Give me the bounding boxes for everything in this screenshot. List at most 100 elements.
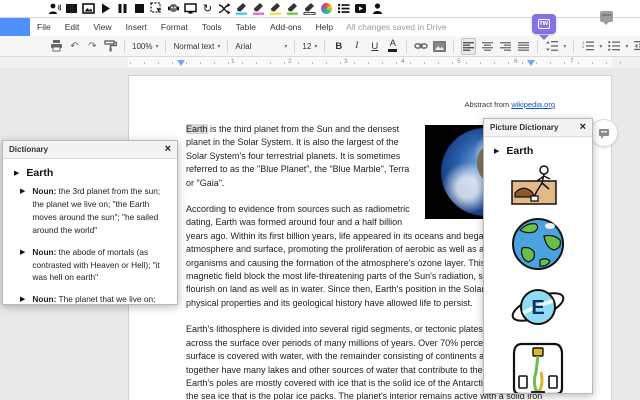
add-comment-button[interactable] — [590, 119, 618, 147]
highlighter-magenta-icon[interactable] — [252, 2, 265, 15]
right-indent-marker[interactable] — [527, 60, 535, 66]
highlighter-yellow-icon[interactable] — [269, 2, 282, 15]
speak-word-icon[interactable]: ▶ — [14, 169, 19, 178]
screenshot-reader-icon[interactable] — [167, 2, 180, 15]
dictionary-title: Dictionary — [9, 145, 48, 154]
text-to-speech-icon[interactable] — [48, 2, 61, 15]
abstract-prefix: Abstract from — [465, 100, 512, 109]
dictionary-close-button[interactable]: × — [165, 144, 171, 155]
menu-insert[interactable]: Insert — [119, 22, 154, 32]
menu-help[interactable]: Help — [309, 22, 340, 32]
wikipedia-link[interactable]: wikipedia.org — [511, 100, 555, 109]
align-justify-button[interactable] — [517, 39, 530, 54]
paint-format-icon[interactable] — [104, 39, 117, 54]
globe-earth-image[interactable] — [510, 216, 566, 272]
ruler-number: 1 — [229, 58, 237, 65]
rw-glyph: rw — [538, 19, 550, 29]
speak-word-icon[interactable]: ▶ — [494, 147, 499, 156]
entry-pos-label: Noun: — [32, 294, 56, 304]
numbered-list-caret[interactable]: ▾ — [599, 43, 602, 50]
underline-button[interactable]: U — [368, 39, 381, 54]
redo-icon[interactable]: ↷ — [86, 39, 99, 54]
picture-dictionary-word: Earth — [506, 145, 533, 157]
entry-definition: The planet that we live on; — [56, 294, 155, 304]
align-right-button[interactable] — [499, 39, 512, 54]
prediction-icon[interactable] — [218, 2, 231, 15]
line-spacing-caret[interactable]: ▾ — [563, 43, 566, 50]
bold-button[interactable]: B — [332, 39, 345, 54]
numbered-list-icon[interactable]: 12 — [581, 39, 594, 54]
ruler-number: 3 — [342, 58, 350, 65]
extension-dropdown-arrow — [539, 35, 549, 40]
picture-dictionary-close-button[interactable]: × — [580, 122, 586, 133]
speak-entry-icon[interactable]: ▶ — [20, 187, 25, 237]
dictionary-panel-header: Dictionary × — [3, 141, 177, 159]
menu-addons[interactable]: Add-ons — [263, 22, 309, 32]
menu-view[interactable]: View — [86, 22, 118, 32]
pause-icon[interactable] — [116, 2, 129, 15]
dictionary-entry: ▶ Noun: the abode of mortals (as contras… — [20, 246, 168, 285]
print-icon[interactable] — [50, 39, 63, 54]
insert-image-icon[interactable] — [433, 39, 446, 54]
paragraph-style-select[interactable]: Normal text▾ — [173, 42, 220, 51]
align-center-button[interactable] — [481, 39, 494, 54]
decrease-indent-icon[interactable] — [633, 39, 640, 54]
insert-link-icon[interactable] — [414, 39, 428, 54]
speak-entry-icon[interactable]: ▶ — [20, 295, 25, 305]
planet-letter-e-image[interactable]: E — [509, 283, 567, 331]
dictionary-panel: Dictionary × ▶ Earth ▶ Noun: the 3rd pla… — [2, 140, 178, 305]
speak-entry-icon[interactable]: ▶ — [20, 248, 25, 285]
collect-highlights-icon[interactable] — [320, 2, 333, 15]
screen-mask-icon[interactable] — [184, 2, 197, 15]
docs-home-icon[interactable] — [0, 18, 30, 36]
readwrite-extension-icon[interactable]: rw — [532, 14, 556, 34]
earth-wire-plug-image[interactable] — [512, 342, 564, 394]
left-indent-marker[interactable] — [177, 60, 185, 66]
dictionary-entry: ▶ Noun: the 3rd planet from the sun; the… — [20, 185, 168, 237]
italic-button[interactable]: I — [350, 39, 363, 54]
ruler-number: 6 — [512, 58, 520, 65]
paragraph-1-text: is the third planet from the Sun and the… — [186, 124, 409, 188]
translator-icon[interactable]: ↻ — [201, 2, 214, 15]
comment-pin-icon[interactable] — [600, 11, 613, 22]
entry-pos-label: Noun: — [32, 247, 56, 257]
picture-dictionary-title: Picture Dictionary — [490, 123, 558, 132]
menu-file[interactable]: File — [30, 22, 58, 32]
ruler-number: 4 — [399, 58, 407, 65]
vocabulary-list-icon[interactable] — [337, 2, 350, 15]
highlighter-clear-icon[interactable] — [303, 2, 316, 15]
highlighted-word: Earth — [186, 124, 208, 134]
bulleted-list-caret[interactable]: ▾ — [625, 43, 628, 50]
ruler-ticks — [130, 62, 630, 64]
hover-speech-icon[interactable] — [150, 2, 163, 15]
audio-maker-icon[interactable] — [371, 2, 384, 15]
highlighter-green-icon[interactable] — [286, 2, 299, 15]
save-status: All changes saved in Drive — [346, 22, 446, 32]
menu-format[interactable]: Format — [154, 22, 195, 32]
menu-tools[interactable]: Tools — [195, 22, 229, 32]
menu-table[interactable]: Table — [229, 22, 263, 32]
picture-dictionary-panel: Picture Dictionary × ▶ Earth — [483, 118, 593, 394]
svg-text:2: 2 — [582, 44, 585, 49]
text-color-button[interactable]: A — [386, 39, 399, 54]
entry-pos-label: Noun: — [32, 186, 56, 196]
play-icon[interactable] — [99, 2, 112, 15]
stop-icon[interactable] — [133, 2, 146, 15]
ruler-number: 5 — [455, 58, 463, 65]
ruler-number: 2 — [286, 58, 294, 65]
highlighter-cyan-icon[interactable] — [235, 2, 248, 15]
comment-icon — [598, 128, 610, 139]
font-size-select[interactable]: 12▾ — [302, 42, 317, 51]
digging-earth-image[interactable] — [511, 163, 565, 205]
bulleted-list-icon[interactable] — [607, 39, 620, 54]
picture-dictionary-icon[interactable] — [82, 2, 95, 15]
font-select[interactable]: Arial▾ — [235, 42, 287, 51]
picture-dictionary-header: Picture Dictionary × — [484, 119, 592, 137]
menu-edit[interactable]: Edit — [58, 22, 87, 32]
video-icon[interactable] — [354, 2, 367, 15]
dictionary-icon[interactable] — [65, 2, 78, 15]
undo-icon[interactable]: ↶ — [68, 39, 81, 54]
line-spacing-icon[interactable] — [545, 39, 558, 54]
zoom-select[interactable]: 100%▾ — [132, 42, 158, 51]
align-left-button[interactable] — [461, 38, 476, 55]
